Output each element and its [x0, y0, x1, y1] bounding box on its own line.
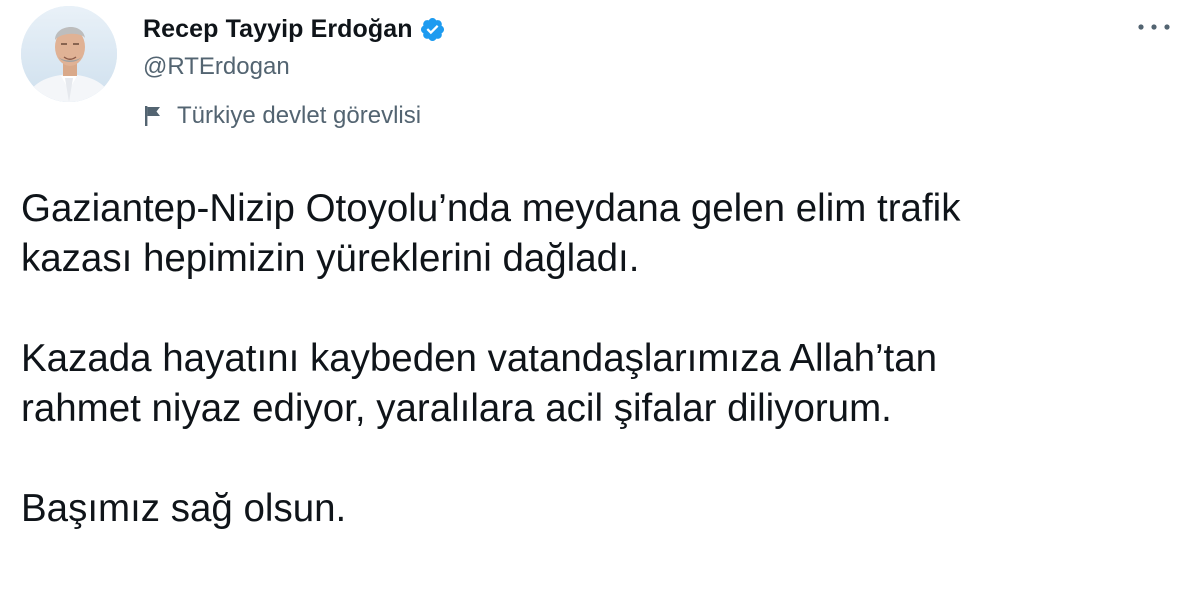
tweet-paragraph: Gaziantep-Nizip Otoyolu’nda meydana gele…: [21, 187, 961, 280]
tweet-paragraph: Kazada hayatını kaybeden vatandaşlarımız…: [21, 337, 938, 430]
tweet-paragraph: Başımız sağ olsun.: [21, 487, 347, 530]
avatar[interactable]: [21, 6, 117, 102]
verified-badge-icon: [419, 16, 446, 43]
government-label[interactable]: Türkiye devlet görevlisi: [143, 101, 421, 131]
tweet-text: Gaziantep-Nizip Otoyolu’nda meydana gele…: [21, 184, 1181, 534]
more-options-button[interactable]: [1132, 14, 1176, 40]
author-display-name[interactable]: Recep Tayyip Erdoğan: [143, 15, 413, 44]
flag-icon: [143, 105, 163, 127]
author-name-row: Recep Tayyip Erdoğan: [143, 13, 446, 45]
author-handle[interactable]: @RTErdogan: [143, 53, 290, 81]
government-label-text: Türkiye devlet görevlisi: [177, 102, 422, 129]
more-options-icon: [1138, 24, 1170, 30]
avatar-image: [21, 6, 117, 102]
